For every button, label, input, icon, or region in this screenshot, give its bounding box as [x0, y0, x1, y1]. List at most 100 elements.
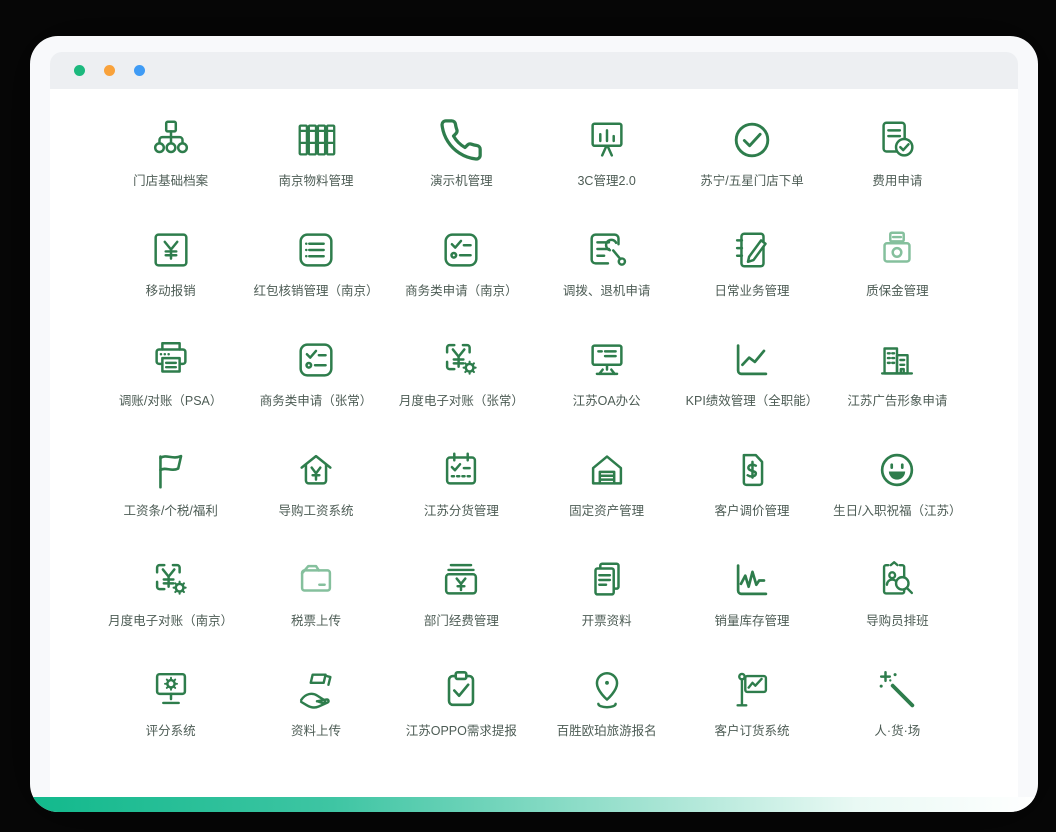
app-item[interactable]: 移动报销: [98, 215, 243, 325]
doc-wrench-icon: [584, 227, 630, 273]
app-item[interactable]: 月度电子对账（南京）: [98, 545, 243, 655]
app-label: 工资条/个税/福利: [123, 504, 217, 519]
app-label: 红包核销管理（南京）: [253, 284, 378, 299]
app-item[interactable]: 江苏广告形象申请: [825, 325, 970, 435]
smiley-icon: [874, 447, 920, 493]
app-label: 部门经费管理: [424, 614, 499, 629]
app-label: 移动报销: [146, 284, 196, 299]
app-item[interactable]: 商务类申请（张常）: [243, 325, 388, 435]
house-yen-icon: [293, 447, 339, 493]
tag-dollar-icon: [729, 447, 775, 493]
app-label: 江苏OA办公: [573, 394, 641, 409]
presentation-chart-icon: [584, 117, 630, 163]
traffic-light-orange[interactable]: [104, 65, 115, 76]
magic-wand-icon: [874, 667, 920, 713]
checklist-square-icon: [438, 227, 484, 273]
app-label: 质保金管理: [866, 284, 929, 299]
wallet-yen-icon: [438, 557, 484, 603]
traffic-light-blue[interactable]: [134, 65, 145, 76]
app-window: 门店基础档案 南京物料管理演示机管理 3C管理2.0苏宁/五星门店下单费用申请移动报…: [30, 36, 1038, 812]
app-item[interactable]: 费用申请: [825, 105, 970, 215]
app-label: 客户订货系统: [714, 724, 789, 739]
app-item[interactable]: 商务类申请（南京）: [389, 215, 534, 325]
app-item[interactable]: 生日/入职祝福（江苏）: [825, 435, 970, 545]
app-label: 开票资料: [582, 614, 632, 629]
app-item[interactable]: 南京物料管理: [243, 105, 388, 215]
hand-papers-icon: [293, 667, 339, 713]
app-item[interactable]: 导购工资系统: [243, 435, 388, 545]
app-label: 评分系统: [146, 724, 196, 739]
app-item[interactable]: KPI绩效管理（全职能）: [679, 325, 824, 435]
app-label: 月度电子对账（张常）: [399, 394, 524, 409]
app-item[interactable]: 江苏OA办公: [534, 325, 679, 435]
app-label: 导购工资系统: [278, 504, 353, 519]
app-item[interactable]: 苏宁/五星门店下单: [679, 105, 824, 215]
app-label: 调账/对账（PSA）: [119, 394, 223, 409]
app-label: 导购员排班: [866, 614, 929, 629]
traffic-light-green[interactable]: [74, 65, 85, 76]
line-chart-icon: [729, 337, 775, 383]
app-label: 资料上传: [291, 724, 341, 739]
app-item[interactable]: 月度电子对账（张常）: [389, 325, 534, 435]
map-pin-icon: [584, 667, 630, 713]
checklist-square-icon: [293, 337, 339, 383]
app-item[interactable]: 江苏分货管理: [389, 435, 534, 545]
app-label: 江苏OPPO需求提报: [406, 724, 517, 739]
app-item[interactable]: 日常业务管理: [679, 215, 824, 325]
app-item[interactable]: 门店基础档案: [98, 105, 243, 215]
app-item[interactable]: 导购员排班: [825, 545, 970, 655]
app-item[interactable]: 客户调价管理: [679, 435, 824, 545]
window-titlebar: [50, 52, 1018, 89]
app-label: 商务类申请（南京）: [405, 284, 518, 299]
list-square-icon: [293, 227, 339, 273]
app-label: 江苏分货管理: [424, 504, 499, 519]
app-item[interactable]: 固定资产管理: [534, 435, 679, 545]
app-item[interactable]: 部门经费管理: [389, 545, 534, 655]
calendar-check-icon: [438, 447, 484, 493]
pulse-chart-icon: [729, 557, 775, 603]
warehouse-icon: [584, 447, 630, 493]
app-item[interactable]: 江苏OPPO需求提报: [389, 655, 534, 765]
cash-register-icon: [874, 227, 920, 273]
signboard-chart-icon: [729, 667, 775, 713]
yen-gear-icon: [438, 337, 484, 383]
app-item[interactable]: 客户订货系统: [679, 655, 824, 765]
app-item[interactable]: 工资条/个税/福利: [98, 435, 243, 545]
app-label: 百胜欧珀旅游报名: [557, 724, 657, 739]
check-circle-icon: [729, 117, 775, 163]
app-item[interactable]: 质保金管理: [825, 215, 970, 325]
app-item[interactable]: 3C管理2.0: [534, 105, 679, 215]
phone-icon: [438, 117, 484, 163]
app-label: 销量库存管理: [714, 614, 789, 629]
app-label: 门店基础档案: [133, 174, 208, 189]
app-item[interactable]: 资料上传: [243, 655, 388, 765]
app-item[interactable]: 调账/对账（PSA）: [98, 325, 243, 435]
app-label: 费用申请: [872, 174, 922, 189]
printer-icon: [148, 337, 194, 383]
doc-check-icon: [874, 117, 920, 163]
app-label: 固定资产管理: [569, 504, 644, 519]
app-item[interactable]: 开票资料: [534, 545, 679, 655]
app-label: 演示机管理: [430, 174, 493, 189]
app-item[interactable]: 税票上传: [243, 545, 388, 655]
yen-square-icon: [148, 227, 194, 273]
app-item[interactable]: 红包核销管理（南京）: [243, 215, 388, 325]
notebook-pencil-icon: [729, 227, 775, 273]
buildings-icon: [874, 337, 920, 383]
docs-stack-icon: [584, 557, 630, 603]
app-item[interactable]: 百胜欧珀旅游报名: [534, 655, 679, 765]
app-item[interactable]: 人·货·场: [825, 655, 970, 765]
app-grid: 门店基础档案 南京物料管理演示机管理 3C管理2.0苏宁/五星门店下单费用申请移动报…: [50, 89, 1018, 804]
clipboard-search-icon: [874, 557, 920, 603]
app-item[interactable]: 评分系统: [98, 655, 243, 765]
app-item[interactable]: 销量库存管理: [679, 545, 824, 655]
app-label: 月度电子对账（南京）: [108, 614, 233, 629]
app-label: 客户调价管理: [714, 504, 789, 519]
app-label: KPI绩效管理（全职能）: [686, 394, 819, 409]
app-item[interactable]: 演示机管理: [389, 105, 534, 215]
bottom-accent-bar: [30, 797, 1038, 812]
app-label: 生日/入职祝福（江苏）: [833, 504, 961, 519]
app-item[interactable]: 调拨、退机申请: [534, 215, 679, 325]
app-label: 调拨、退机申请: [563, 284, 651, 299]
org-chart-icon: [148, 117, 194, 163]
